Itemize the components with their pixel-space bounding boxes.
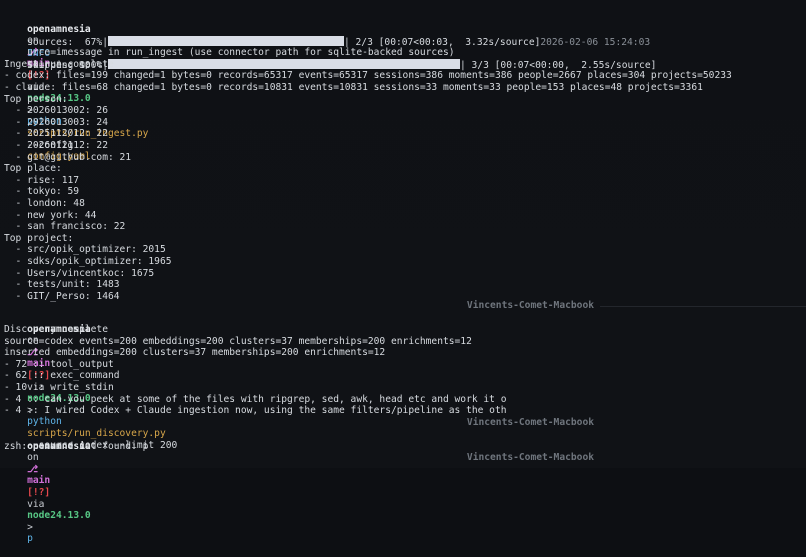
output-line: - git@github.com: 21	[4, 151, 132, 163]
session-host-label: Vincents-Comet-Macbook	[466, 417, 594, 428]
terminal-window[interactable]: openamnesia on ⎇ main [!?] via node24.13…	[0, 0, 806, 545]
prompt-line-ingest: openamnesia on ⎇ main [!?] via node24.13…	[4, 12, 148, 163]
log-timestamp: 2026-02-06 15:24:03	[540, 36, 651, 48]
prompt-via: via	[27, 498, 45, 510]
output-line: Top project:	[4, 232, 74, 244]
output-line: Top place:	[4, 163, 62, 175]
output-line: - new york: 44	[4, 209, 97, 221]
output-line: - tests/unit: 1483	[4, 279, 120, 291]
output-line: - Users/vincentkoc: 1675	[4, 267, 155, 279]
progress-bar-fill	[107, 58, 460, 69]
output-line: - rise: 117	[4, 174, 80, 186]
output-line: - san francisco: 22	[4, 221, 126, 233]
output-line: - 4 :: I wired Codex + Claude ingestion …	[4, 405, 507, 417]
output-line: - 2026012112: 22	[4, 140, 108, 151]
session-host-label: Vincents-Comet-Macbook	[466, 452, 594, 463]
prompt-node-version: node24.13.0	[27, 510, 91, 522]
command-name: p	[27, 533, 33, 545]
output-line: - 10 :: write_stdin	[4, 382, 114, 393]
output-line: - sdks/opik_optimizer: 1965	[4, 256, 172, 267]
output-line: - 2025112012: 22	[4, 128, 108, 140]
output-line: source=codex events=200 embeddings=200 c…	[4, 335, 472, 347]
output-line: Discovery complete	[4, 324, 108, 335]
output-line: - tokyo: 59	[4, 186, 80, 198]
prompt-line-p: openamnesia on ⎇ main [!?] via node24.13…	[4, 429, 91, 545]
separator	[600, 306, 806, 307]
output-line: Ingest run complete	[4, 58, 114, 70]
prompt-arrow: >	[27, 521, 33, 533]
output-line: Top person:	[4, 93, 68, 105]
progress-line-2: sources: 100%| | 3/3 [00:07<00:00, 2.55s/…	[4, 47, 656, 71]
git-branch-icon: ⎇	[27, 463, 39, 475]
progress-line-1: sources: 67%| | 2/3 [00:07<00:03, 3.32s/s…	[4, 24, 650, 71]
output-line: - 2026013003: 24	[4, 116, 108, 128]
output-line: - 4 :: can you peek at some of the files…	[4, 393, 507, 405]
prompt-git-status: [!?]	[27, 486, 51, 498]
output-line: - src/opik_optimizer: 2015	[4, 244, 166, 256]
output-line: - 2026013002: 26	[4, 105, 108, 117]
prompt-line-discovery: openamnesia on ⎇ main [!?] via node24.13…	[4, 312, 177, 451]
output-line: - 62 :: exec_command	[4, 370, 120, 382]
output-line: - 72 :: tool_output	[4, 358, 114, 370]
output-line: zsh: command not found: p	[4, 441, 149, 452]
progress-tail: | 3/3 [00:07<00:00, 2.55s/source]	[459, 59, 657, 71]
prompt-branch: main	[27, 475, 51, 487]
output-line: - claude: files=68 changed=1 bytes=0 rec…	[4, 82, 703, 93]
note-line: urce=imessage in run_ingest (use connect…	[4, 36, 454, 58]
output-line: inserted embeddings=200 clusters=37 memb…	[4, 347, 386, 359]
output-line: - london: 48	[4, 198, 85, 209]
output-line: - codex: files=199 changed=1 bytes=0 rec…	[4, 70, 732, 82]
